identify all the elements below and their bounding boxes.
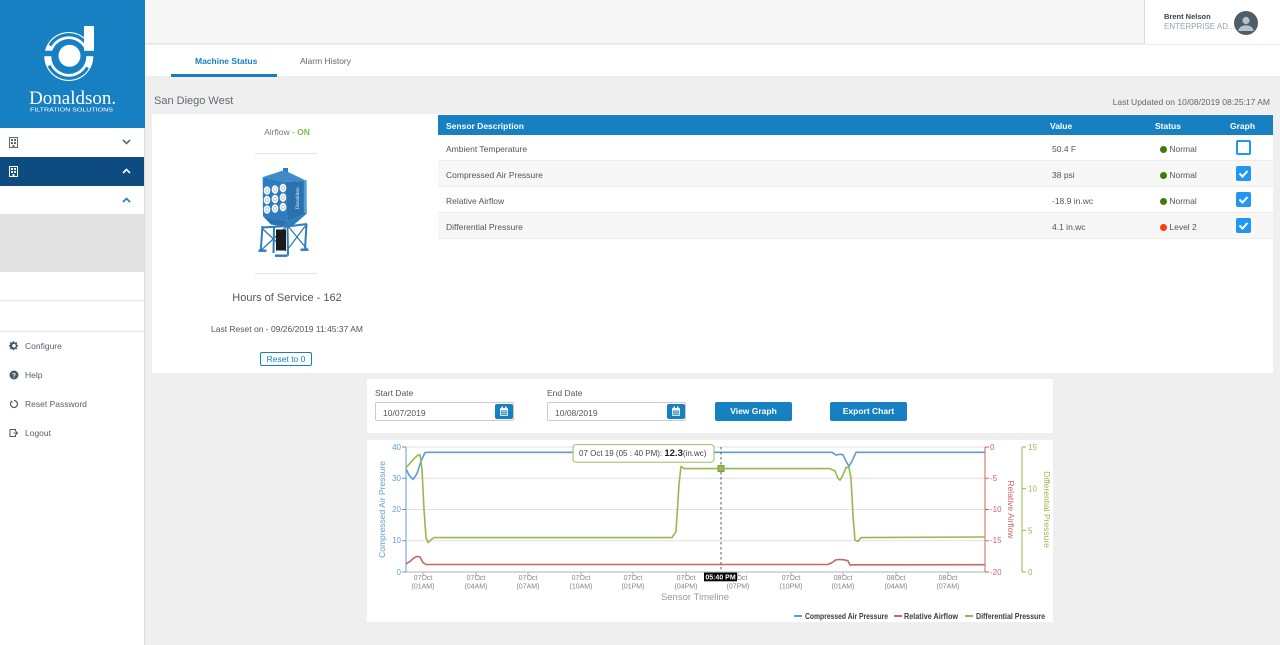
svg-text:08Oct: 08Oct [887, 575, 906, 582]
svg-text:07Oct: 07Oct [782, 575, 801, 582]
svg-text:10: 10 [392, 536, 401, 545]
svg-text:15: 15 [1028, 443, 1037, 452]
svg-text:(07AM): (07AM) [937, 584, 960, 591]
svg-text:-10: -10 [990, 505, 1002, 514]
svg-text:07Oct: 07Oct [572, 575, 591, 582]
svg-text:Compressed Air Pressure: Compressed Air Pressure [805, 612, 888, 621]
svg-text:Relative Airflow: Relative Airflow [904, 612, 959, 621]
svg-text:5: 5 [1028, 526, 1033, 535]
svg-text:-15: -15 [990, 536, 1002, 545]
svg-text:0: 0 [397, 568, 402, 577]
svg-text:Donaldson: Donaldson [296, 187, 301, 209]
svg-text:07Oct: 07Oct [677, 575, 696, 582]
svg-text:08Oct: 08Oct [834, 575, 853, 582]
svg-text:(01AM): (01AM) [832, 584, 855, 591]
svg-text:07Oct: 07Oct [414, 575, 433, 582]
svg-text:(04AM): (04AM) [885, 584, 908, 591]
svg-text:Donaldson.: Donaldson. [29, 88, 116, 109]
svg-text:(10AM): (10AM) [570, 584, 593, 591]
svg-text:(07AM): (07AM) [517, 584, 540, 591]
svg-text:FILTRATION SOLUTIONS: FILTRATION SOLUTIONS [30, 108, 114, 114]
svg-text:07Oct: 07Oct [624, 575, 643, 582]
svg-text:(04PM): (04PM) [675, 584, 698, 591]
svg-text:(10PM): (10PM) [780, 584, 803, 591]
svg-text:Relative Airflow: Relative Airflow [1006, 480, 1016, 539]
svg-text:-20: -20 [990, 568, 1002, 577]
svg-text:07Oct: 07Oct [467, 575, 486, 582]
svg-text:07 Oct 19 (05 : 40 PM): 12.3(i: 07 Oct 19 (05 : 40 PM): 12.3(in.wc) [579, 448, 707, 459]
svg-text:08Oct: 08Oct [939, 575, 958, 582]
svg-text:05:40 PM: 05:40 PM [705, 574, 736, 581]
svg-text:Sensor Timeline: Sensor Timeline [661, 592, 729, 603]
svg-text:30: 30 [392, 474, 401, 483]
svg-text:0: 0 [990, 443, 995, 452]
svg-text:(04AM): (04AM) [465, 584, 488, 591]
svg-text:Compressed Air Pressure: Compressed Air Pressure [377, 461, 387, 558]
svg-text:40: 40 [392, 443, 401, 452]
svg-text:(01PM): (01PM) [622, 584, 645, 591]
svg-text:07Oct: 07Oct [519, 575, 538, 582]
svg-text:(07PM): (07PM) [727, 584, 750, 591]
svg-text:-5: -5 [990, 474, 998, 483]
svg-text:Differential Pressure: Differential Pressure [976, 612, 1045, 621]
svg-text:20: 20 [392, 505, 401, 514]
svg-text:Differential Pressure: Differential Pressure [1042, 471, 1052, 548]
svg-text:(01AM): (01AM) [412, 584, 435, 591]
svg-text:0: 0 [1028, 568, 1033, 577]
svg-text:?: ? [12, 372, 16, 379]
svg-text:10: 10 [1028, 485, 1037, 494]
